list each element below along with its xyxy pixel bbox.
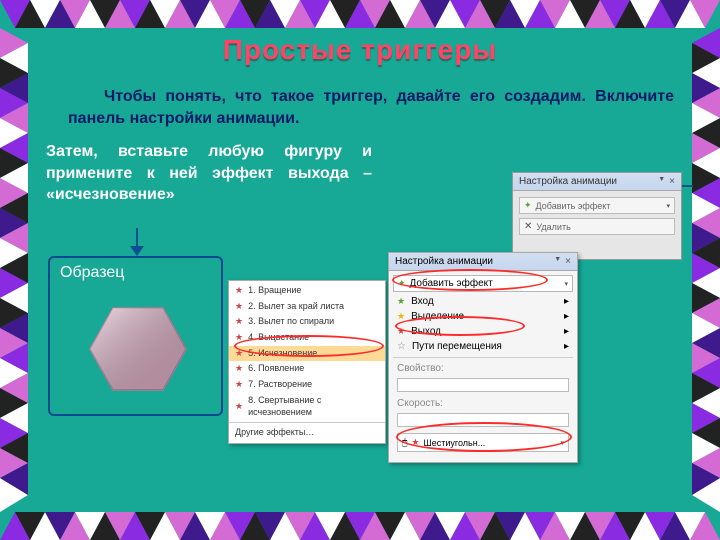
- star-icon: ★: [235, 363, 243, 375]
- property-input[interactable]: [397, 378, 569, 392]
- menu-item-entrance[interactable]: ★Вход▸: [393, 294, 573, 309]
- star-icon: ★: [397, 311, 405, 322]
- speed-input[interactable]: [397, 413, 569, 427]
- dropdown-icon: ▼: [658, 176, 665, 187]
- exit-effects-list: ★1. Вращение ★2. Вылет за край листа ★3.…: [228, 280, 386, 444]
- close-icon[interactable]: ×: [565, 256, 571, 267]
- star-icon: ★: [235, 401, 243, 413]
- star-icon: ★: [235, 348, 243, 360]
- dropdown-icon: ▼: [554, 256, 561, 267]
- list-item[interactable]: ★1. Вращение: [229, 283, 385, 299]
- star-icon: ★: [235, 301, 243, 313]
- remove-effect-button[interactable]: ✕Удалить: [519, 218, 675, 235]
- star-icon: ✦: [524, 200, 532, 211]
- paragraph-1: Чтобы понять, что такое триггер, давайте…: [68, 86, 674, 129]
- menu-item-emphasis[interactable]: ★Выделение▸: [393, 309, 573, 324]
- menu-panel-title: Настройка анимации: [395, 256, 493, 267]
- menu-item-exit[interactable]: ★Выход▸: [393, 324, 573, 339]
- star-icon: ★: [397, 296, 405, 307]
- list-item[interactable]: ★6. Появление: [229, 361, 385, 377]
- list-item[interactable]: ★7. Растворение: [229, 377, 385, 393]
- star-icon: ★: [397, 326, 405, 337]
- animation-task-pane: Настройка анимации ▼× ✦Добавить эффект▾ …: [512, 172, 682, 260]
- star-icon: ★: [235, 332, 243, 344]
- close-icon[interactable]: ×: [669, 176, 675, 187]
- property-label: Свойство:: [393, 361, 573, 376]
- paragraph-2: Затем, вставьте любую фигуру и примените…: [46, 141, 372, 206]
- list-item[interactable]: ★4. Выцветание: [229, 330, 385, 346]
- effect-row[interactable]: 🖱 ★ Шестиугольн... ▾: [397, 433, 569, 452]
- star-icon: ★: [235, 316, 243, 328]
- list-item[interactable]: ★2. Вылет за край листа: [229, 299, 385, 315]
- sample-box: Образец: [48, 256, 223, 416]
- speed-label: Скорость:: [393, 396, 573, 411]
- slide-title: Простые триггеры: [28, 34, 692, 66]
- add-effect-button[interactable]: ✦Добавить эффект▾: [519, 197, 675, 214]
- list-item[interactable]: ★3. Вылет по спирали: [229, 314, 385, 330]
- star-icon: ✦: [398, 278, 406, 289]
- hexagon-shape-icon: [88, 304, 188, 394]
- anim-panel-title: Настройка анимации: [519, 176, 617, 187]
- list-item-other[interactable]: Другие эффекты…: [229, 425, 385, 441]
- list-item[interactable]: ★8. Свертывание с исчезновением: [229, 393, 385, 420]
- animation-dropdown-pane: Настройка анимации ▼× ✦Добавить эффект▾ …: [388, 252, 578, 463]
- star-icon: ★: [235, 379, 243, 391]
- menu-item-motion[interactable]: ☆Пути перемещения▸: [393, 339, 573, 354]
- list-item-highlighted[interactable]: ★5. Исчезновение: [229, 346, 385, 362]
- remove-icon: ✕: [524, 221, 532, 232]
- add-effect-dropdown[interactable]: ✦Добавить эффект▾: [393, 275, 573, 292]
- star-icon: ☆: [397, 341, 406, 352]
- arrow-down-icon: [128, 228, 146, 256]
- star-icon: ★: [411, 437, 419, 448]
- mouse-icon: 🖱: [402, 437, 407, 448]
- star-icon: ★: [235, 285, 243, 297]
- sample-label: Образец: [50, 258, 221, 288]
